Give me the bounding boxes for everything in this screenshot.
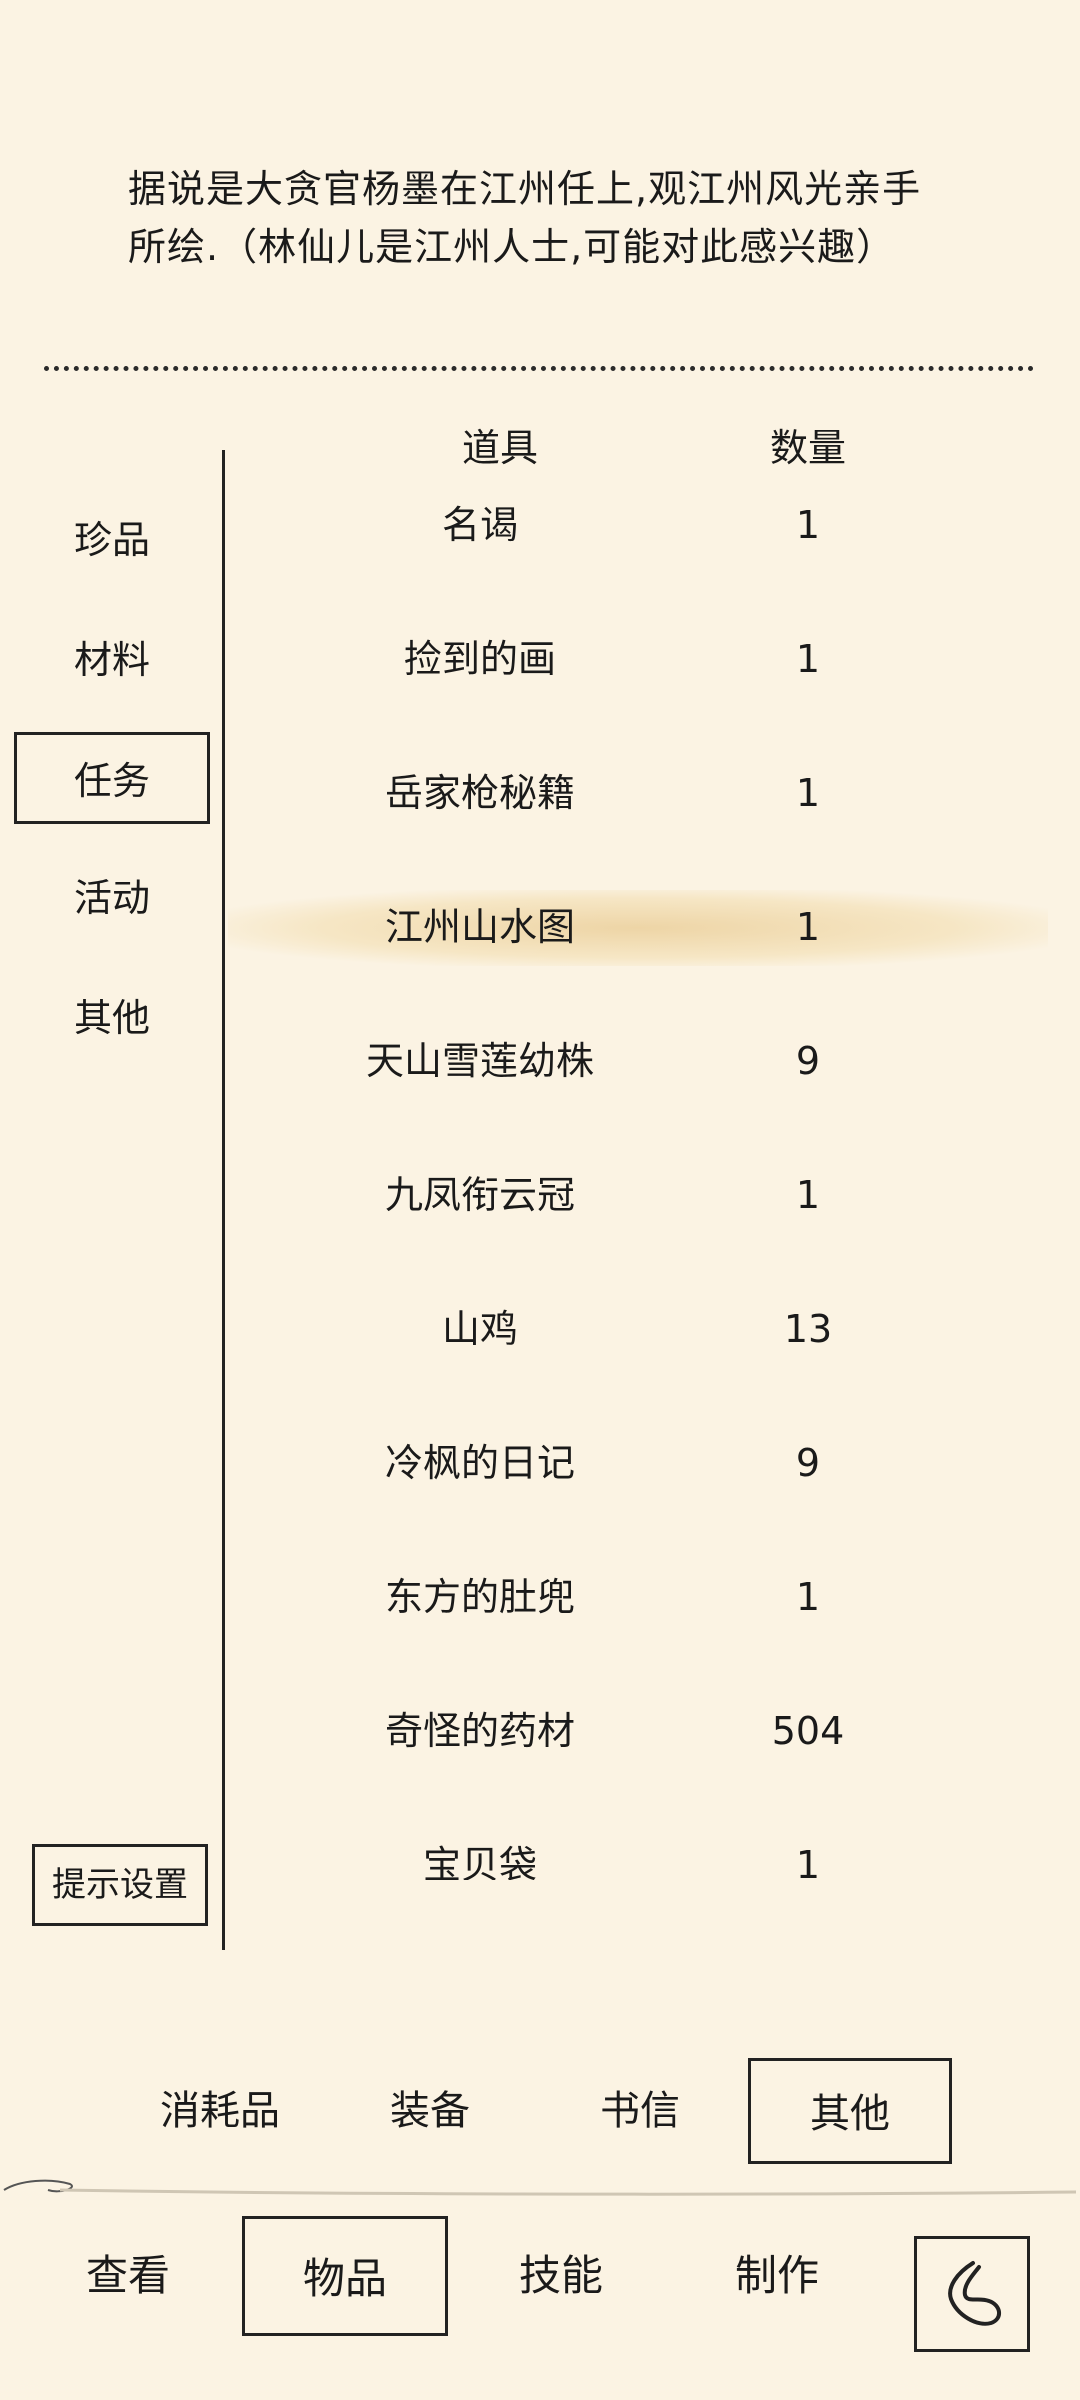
nav-view[interactable]: 查看 [30,2216,226,2336]
item-quantity: 1 [795,1575,821,1619]
table-row[interactable]: 奇怪的药材 504 [228,1686,1080,1820]
item-quantity: 1 [795,1843,821,1880]
table-row[interactable]: 天山雪莲幼株 9 [228,1016,1080,1150]
tab-consumables[interactable]: 消耗品 [130,2058,310,2164]
table-row[interactable]: 岳家枪秘籍 1 [228,748,1080,882]
item-description-line-2: 所绘.（林仙儿是江州人士,可能对此感兴趣） [128,225,896,269]
item-quantity: 1 [795,771,821,815]
sidebar-item-quest[interactable]: 任务 [14,732,210,824]
table-row[interactable]: 山鸡 13 [228,1284,1080,1418]
item-description: 据说是大贪官杨墨在江州任上,观江州风光亲手 所绘.（林仙儿是江州人士,可能对此感… [128,160,948,276]
item-name: 冷枫的日记 [384,1441,575,1485]
hint-settings-label: 提示设置 [52,1865,188,1905]
sidebar-item-label: 材料 [73,638,150,682]
tab-label: 书信 [600,2088,680,2134]
sidebar-item-label: 其他 [73,996,150,1040]
category-tabs: 消耗品 装备 书信 其他 [0,2058,1080,2164]
nav-label: 物品 [302,2254,387,2303]
back-icon [948,2261,1001,2326]
item-quantity: 13 [783,1307,833,1351]
table-row-selected[interactable]: 江州山水图 1 [228,882,1080,1016]
column-header-item: 道具 [461,426,538,470]
item-name: 奇怪的药材 [384,1709,575,1753]
column-header-quantity: 数量 [769,426,846,470]
item-quantity: 1 [795,503,821,547]
item-name: 宝贝袋 [422,1843,537,1880]
sidebar-item-materials[interactable]: 材料 [14,614,210,706]
tab-label: 装备 [390,2088,470,2134]
tab-label: 消耗品 [160,2088,280,2134]
item-name: 岳家枪秘籍 [384,771,575,815]
item-description-line-1: 据说是大贪官杨墨在江州任上,观江州风光亲手 [128,167,922,211]
sidebar-item-label: 活动 [73,876,150,920]
item-quantity: 9 [795,1039,821,1083]
nav-crafting[interactable]: 制作 [684,2216,870,2336]
sidebar-item-events[interactable]: 活动 [14,852,210,944]
tab-label: 其他 [810,2091,890,2137]
dotted-separator [44,366,1034,371]
item-name: 九凤衔云冠 [384,1173,575,1217]
hint-settings-button[interactable]: 提示设置 [32,1844,208,1926]
item-quantity: 1 [795,1173,821,1217]
nav-label: 查看 [85,2251,170,2300]
sidebar-item-other[interactable]: 其他 [14,972,210,1064]
table-row[interactable]: 宝贝袋 1 [228,1820,1080,1880]
item-quantity: 504 [771,1709,845,1753]
item-name: 捡到的画 [403,637,556,681]
nav-label: 制作 [734,2251,819,2300]
nav-skills[interactable]: 技能 [468,2216,654,2336]
sidebar-item-treasure[interactable]: 珍品 [14,494,210,586]
sidebar-item-label: 任务 [73,759,150,803]
table-row[interactable]: 冷枫的日记 9 [228,1418,1080,1552]
sidebar-item-label: 珍品 [73,518,150,562]
item-name: 东方的肚兜 [384,1575,575,1619]
item-quantity: 1 [795,905,821,949]
sidebar-divider [222,450,225,1950]
table-row[interactable]: 九凤衔云冠 1 [228,1150,1080,1284]
tab-other[interactable]: 其他 [748,2058,952,2164]
item-name: 天山雪莲幼株 [365,1039,594,1083]
item-name: 名谒 [441,503,518,547]
table-row[interactable]: 东方的肚兜 1 [228,1552,1080,1686]
item-name: 江州山水图 [384,905,575,949]
item-quantity: 9 [795,1441,821,1485]
nav-label: 技能 [518,2251,603,2300]
item-quantity: 1 [795,637,821,681]
table-row[interactable]: 捡到的画 1 [228,614,1080,748]
tab-letters[interactable]: 书信 [560,2058,720,2164]
tab-equipment[interactable]: 装备 [350,2058,510,2164]
table-row[interactable]: 名谒 1 [228,480,1080,614]
item-name: 山鸡 [441,1307,518,1351]
brush-divider [3,2179,1077,2196]
item-list[interactable]: 名谒 1 捡到的画 1 岳家枪秘籍 1 江州山水图 1 天山雪莲幼株 9 九凤衔… [228,480,1080,1880]
nav-items[interactable]: 物品 [242,2216,448,2336]
back-button[interactable] [914,2236,1030,2352]
